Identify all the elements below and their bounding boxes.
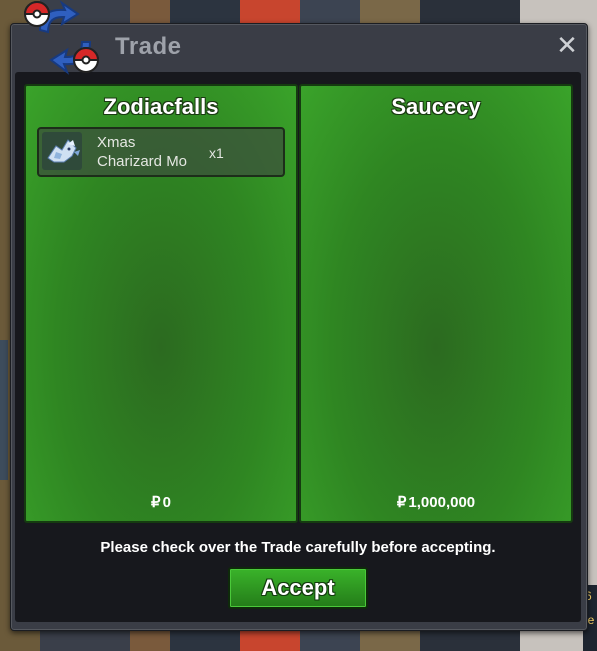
- money-right-value: 1,000,000: [408, 494, 476, 511]
- trader-name-left: Zodiacfalls: [103, 94, 219, 119]
- pokedollar-icon: ₽: [396, 494, 407, 511]
- item-name-line2: Charizard Mo: [97, 153, 188, 170]
- window-title: Trade: [115, 33, 182, 60]
- trade-panel-left: Zodiacfalls Xmas Charizard Mo x1 ₽0: [24, 84, 298, 523]
- money-left-value: 0: [162, 494, 171, 511]
- pokedollar-icon: ₽: [151, 494, 161, 511]
- trade-panel-right: Saucecy ₽1,000,000: [299, 84, 573, 523]
- charizard-icon: [42, 132, 82, 170]
- item-name: Xmas Charizard Mo: [97, 133, 201, 171]
- trade-notice: Please check over the Trade carefully be…: [100, 539, 496, 556]
- item-quantity: x1: [209, 145, 224, 161]
- trader-name-right: Saucecy: [391, 94, 481, 119]
- money-left: ₽0: [26, 493, 296, 511]
- trade-logo-icon: [23, 0, 100, 75]
- game-background-left: [0, 340, 8, 480]
- close-icon[interactable]: ✕: [554, 33, 580, 59]
- trade-content: Zodiacfalls Xmas Charizard Mo x1 ₽0 Sauc…: [15, 72, 581, 622]
- trade-window: Trade ✕ Zodiacfalls Xmas Charizard Mo x1: [10, 23, 588, 631]
- accept-button[interactable]: Accept: [228, 567, 368, 609]
- item-name-line1: Xmas: [97, 134, 136, 151]
- trade-item[interactable]: Xmas Charizard Mo x1: [37, 127, 285, 177]
- money-right: ₽1,000,000: [301, 493, 571, 511]
